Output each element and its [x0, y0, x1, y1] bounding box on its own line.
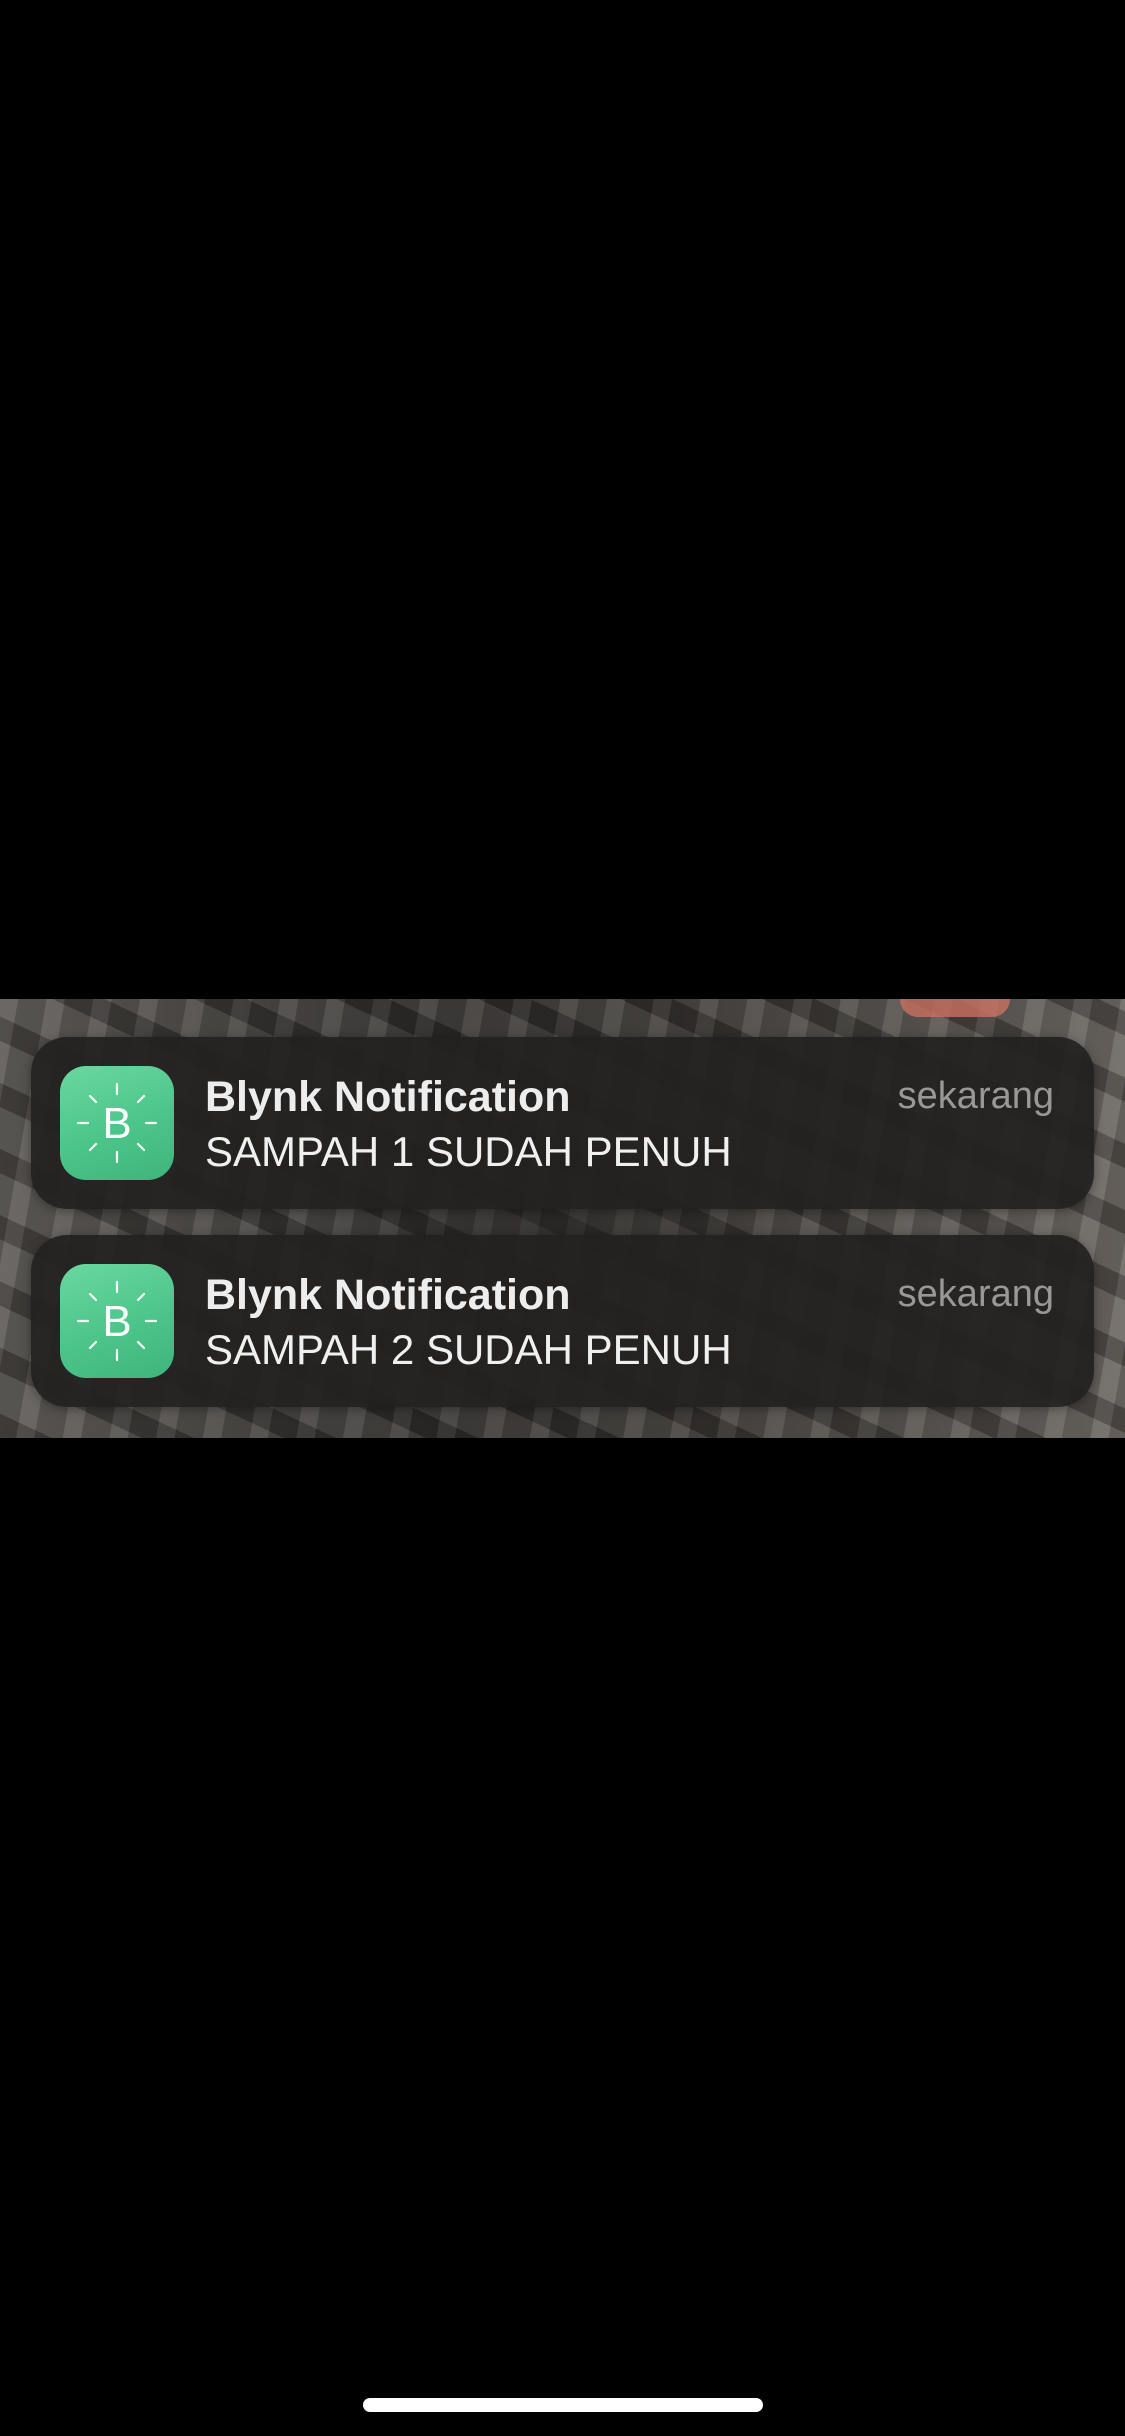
blynk-logo-icon: B [76, 1082, 158, 1164]
notification-time: sekarang [897, 1273, 1054, 1315]
home-indicator[interactable] [363, 2398, 763, 2412]
notification-card[interactable]: B Blynk Notification sekarang SAMPAH 1 S… [31, 1037, 1094, 1209]
wallpaper-accent [900, 999, 1010, 1017]
blynk-logo-icon: B [76, 1280, 158, 1362]
blynk-app-icon: B [60, 1264, 174, 1378]
svg-text:B: B [102, 1099, 131, 1148]
notification-message: SAMPAH 1 SUDAH PENUH [205, 1128, 732, 1175]
notification-app-name: Blynk Notification [205, 1271, 571, 1319]
notification-message: SAMPAH 2 SUDAH PENUH [205, 1326, 732, 1373]
notification-time: sekarang [897, 1075, 1054, 1117]
notification-list: B Blynk Notification sekarang SAMPAH 1 S… [31, 1037, 1094, 1433]
lock-screen: B Blynk Notification sekarang SAMPAH 1 S… [0, 0, 1125, 2436]
notification-card[interactable]: B Blynk Notification sekarang SAMPAH 2 S… [31, 1235, 1094, 1407]
notification-app-name: Blynk Notification [205, 1073, 571, 1121]
svg-text:B: B [102, 1297, 131, 1346]
blynk-app-icon: B [60, 1066, 174, 1180]
